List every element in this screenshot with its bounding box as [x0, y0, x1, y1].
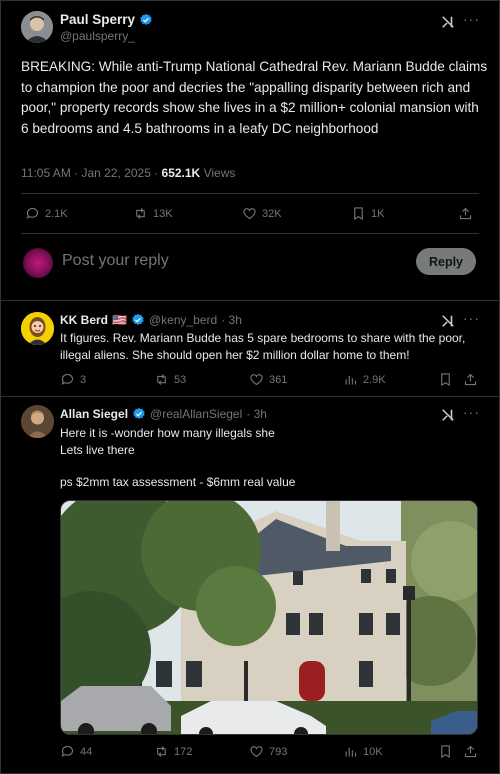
- reply-count: 44: [80, 745, 93, 758]
- views-action[interactable]: 2.9K: [343, 372, 386, 387]
- views-count: 652.1K: [161, 166, 201, 180]
- reply-text: It figures. Rev. Mariann Budde has 5 spa…: [60, 331, 466, 362]
- bookmark-icon: [354, 207, 363, 221]
- reply-author-avatar[interactable]: [21, 312, 54, 345]
- share-icon: [459, 207, 472, 220]
- flag-emoji: 🇺🇸: [112, 313, 127, 327]
- share-action[interactable]: [458, 206, 473, 221]
- divider: [1, 300, 499, 301]
- repost-icon: [136, 208, 145, 219]
- share-icon: [464, 373, 477, 386]
- divider: [1, 396, 499, 397]
- reply-action[interactable]: 2.1K: [25, 206, 68, 221]
- reply-count: 3: [80, 373, 87, 386]
- author-name[interactable]: Paul Sperry: [60, 12, 135, 27]
- divider: [21, 193, 479, 194]
- repost-action[interactable]: 53: [154, 372, 186, 387]
- repost-icon: [157, 746, 166, 757]
- tweet-timestamp[interactable]: 11:05 AM · Jan 22, 2025 ·: [21, 166, 162, 180]
- grok-icon[interactable]: [441, 15, 455, 29]
- reply-author-row[interactable]: Allan Siegel @realAllanSiegel · 3h: [60, 407, 267, 421]
- repost-action[interactable]: 13K: [133, 206, 173, 221]
- author-handle[interactable]: @paulsperry_: [60, 29, 135, 43]
- like-action[interactable]: 361: [249, 372, 287, 387]
- verified-badge-icon: [133, 407, 145, 419]
- grok-icon[interactable]: [441, 314, 455, 328]
- reply-time[interactable]: · 3h: [221, 313, 242, 327]
- views-count: 2.9K: [363, 373, 386, 386]
- reply-action[interactable]: 44: [60, 744, 92, 759]
- divider: [21, 233, 479, 234]
- reply-text-line: Here it is -wonder how many illegals she: [60, 426, 275, 440]
- reply-author-name[interactable]: Allan Siegel: [60, 407, 128, 421]
- heart-icon: [250, 374, 263, 386]
- reply-input[interactable]: Post your reply: [62, 252, 169, 270]
- bookmark-count: 1K: [371, 207, 385, 220]
- current-user-avatar: [23, 248, 53, 278]
- reply-author-handle[interactable]: @realAllanSiegel: [150, 407, 242, 421]
- tweet-thread: Paul Sperry @paulsperry_ ··· BREAKING: W…: [0, 0, 500, 774]
- more-options-icon[interactable]: ···: [463, 404, 480, 420]
- repost-icon: [157, 374, 166, 385]
- more-options-icon[interactable]: ···: [463, 310, 480, 326]
- bookmark-icon: [441, 745, 450, 759]
- heart-icon: [243, 208, 256, 220]
- bookmark-icon: [441, 373, 450, 387]
- reply-icon: [61, 373, 74, 385]
- grok-icon[interactable]: [441, 408, 455, 422]
- reply-button[interactable]: Reply: [416, 248, 476, 275]
- reply-icon: [61, 745, 74, 757]
- repost-count: 53: [174, 373, 187, 386]
- share-action[interactable]: [463, 372, 478, 387]
- reply-author-avatar[interactable]: [21, 405, 54, 438]
- views-chart-icon: [345, 747, 357, 757]
- bookmark-action[interactable]: [438, 744, 453, 759]
- views-chart-icon: [345, 375, 357, 385]
- reply-author-name[interactable]: KK Berd: [60, 313, 108, 327]
- repost-action[interactable]: 172: [154, 744, 192, 759]
- views-label: Views: [200, 166, 236, 180]
- tweet-text: BREAKING: While anti-Trump National Cath…: [21, 59, 488, 136]
- more-options-icon[interactable]: ···: [463, 11, 480, 27]
- heart-icon: [250, 746, 263, 758]
- reply-author-handle[interactable]: @keny_berd: [149, 313, 217, 327]
- reply-text-line: ps $2mm tax assessment - $6mm real value: [60, 475, 296, 489]
- reply-action[interactable]: 3: [60, 372, 86, 387]
- like-count: 32K: [262, 207, 282, 220]
- house-photo[interactable]: [60, 500, 478, 735]
- author-name-row[interactable]: Paul Sperry: [60, 12, 153, 27]
- reply-count: 2.1K: [45, 207, 68, 220]
- house-photo-image: [61, 501, 477, 734]
- reply-time[interactable]: · 3h: [246, 407, 267, 421]
- verified-badge-icon: [140, 13, 152, 25]
- share-action[interactable]: [463, 744, 478, 759]
- share-icon: [464, 745, 477, 758]
- reply-icon: [26, 207, 39, 219]
- views-count: 10K: [363, 745, 383, 758]
- like-action[interactable]: 793: [249, 744, 287, 759]
- author-avatar[interactable]: [21, 11, 53, 43]
- bookmark-action[interactable]: [438, 372, 453, 387]
- like-action[interactable]: 32K: [242, 206, 282, 221]
- like-count: 361: [269, 373, 288, 386]
- verified-badge-icon: [132, 313, 144, 325]
- bookmark-action[interactable]: 1K: [351, 206, 384, 221]
- reply-text-line: Lets live there: [60, 443, 135, 457]
- tweet-meta: 11:05 AM · Jan 22, 2025 · 652.1K Views: [21, 166, 235, 180]
- views-action[interactable]: 10K: [343, 744, 383, 759]
- repost-count: 172: [174, 745, 193, 758]
- like-count: 793: [269, 745, 288, 758]
- repost-count: 13K: [153, 207, 173, 220]
- reply-author-row[interactable]: KK Berd 🇺🇸 @keny_berd · 3h: [60, 313, 242, 327]
